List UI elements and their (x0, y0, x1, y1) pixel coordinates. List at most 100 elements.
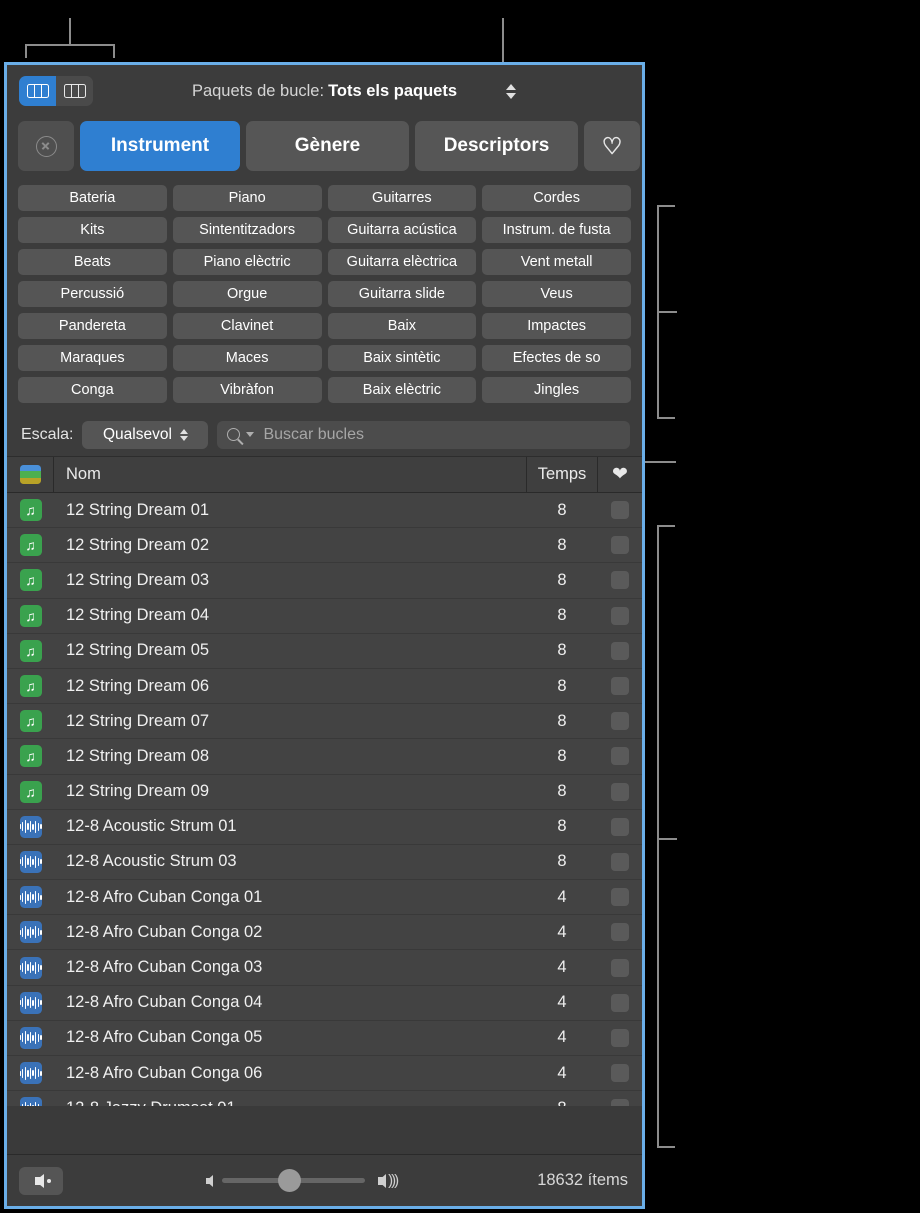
column-header-type[interactable] (7, 457, 54, 492)
favorite-checkbox[interactable] (611, 958, 629, 977)
keyword-button[interactable]: Guitarres (327, 185, 477, 211)
table-row[interactable]: ♫ 12 String Dream 09 8 (7, 775, 642, 810)
table-row[interactable]: ♫ 12 String Dream 07 8 (7, 704, 642, 740)
favorite-checkbox[interactable] (611, 852, 629, 871)
keyword-button[interactable]: Conga (18, 377, 167, 403)
row-favorite-cell[interactable] (598, 852, 642, 871)
loop-list[interactable]: ♫ 12 String Dream 01 8 ♫ 12 String Dream 02 8… (7, 493, 642, 1106)
row-favorite-cell[interactable] (598, 1028, 642, 1047)
keyword-button[interactable]: Bateria (18, 185, 167, 211)
table-row[interactable]: ♫ 12 String Dream 02 8 (7, 528, 642, 564)
keyword-button[interactable]: Veus (482, 281, 631, 307)
column-header-favorite[interactable]: ❤ (598, 465, 642, 484)
row-favorite-cell[interactable] (598, 747, 642, 766)
keyword-button[interactable]: Cordes (482, 185, 631, 211)
row-favorite-cell[interactable] (598, 1064, 642, 1083)
keyword-button[interactable]: Guitarra acústica (327, 217, 477, 243)
view-mode-segmented-control[interactable] (19, 76, 93, 106)
tab-genere[interactable]: Gènere (246, 121, 409, 171)
row-favorite-cell[interactable] (598, 712, 642, 731)
keyword-button[interactable]: Maraques (18, 345, 167, 371)
favorite-checkbox[interactable] (611, 571, 629, 590)
table-row[interactable]: ♫ 12 String Dream 05 8 (7, 634, 642, 669)
keyword-button[interactable]: Pandereta (18, 313, 167, 339)
keyword-button[interactable]: Instrum. de fusta (482, 217, 631, 243)
row-favorite-cell[interactable] (598, 606, 642, 625)
column-header-name[interactable]: Nom (54, 465, 526, 484)
favorite-checkbox[interactable] (611, 606, 629, 625)
clear-filters-button[interactable] (18, 121, 74, 171)
volume-slider[interactable] (222, 1169, 366, 1192)
preview-playback-button[interactable] (19, 1166, 63, 1195)
favorites-filter-button[interactable]: ♡ (584, 121, 640, 171)
keyword-button[interactable]: Jingles (482, 377, 631, 403)
keyword-button[interactable]: Percussió (18, 281, 167, 307)
keyword-button[interactable]: Kits (18, 217, 167, 243)
row-favorite-cell[interactable] (598, 677, 642, 696)
favorite-checkbox[interactable] (611, 501, 629, 520)
row-favorite-cell[interactable] (598, 571, 642, 590)
loop-packs-stepper[interactable] (503, 79, 519, 103)
table-row[interactable]: 12-8 Afro Cuban Conga 03 4 (7, 950, 642, 986)
table-row[interactable]: ♫ 12 String Dream 01 8 (7, 493, 642, 529)
row-favorite-cell[interactable] (598, 782, 642, 801)
keyword-button[interactable]: Guitarra elèctrica (327, 249, 477, 275)
table-row[interactable]: 12-8 Afro Cuban Conga 06 4 (7, 1056, 642, 1092)
keyword-button[interactable]: Clavinet (172, 313, 322, 339)
volume-slider-knob[interactable] (278, 1169, 302, 1192)
keyword-button[interactable]: Piano (172, 185, 322, 211)
table-row[interactable]: 12-8 Afro Cuban Conga 04 4 (7, 986, 642, 1021)
keyword-button[interactable]: Impactes (482, 313, 631, 339)
row-favorite-cell[interactable] (598, 923, 642, 942)
favorite-checkbox[interactable] (611, 641, 629, 660)
keyword-button[interactable]: Piano elèctric (172, 249, 322, 275)
favorite-checkbox[interactable] (611, 536, 629, 555)
favorite-checkbox[interactable] (611, 1099, 629, 1106)
table-row[interactable]: 12-8 Afro Cuban Conga 01 4 (7, 880, 642, 916)
table-row[interactable]: ♫ 12 String Dream 06 8 (7, 669, 642, 705)
keyword-button[interactable]: Guitarra slide (327, 281, 477, 307)
keyword-button[interactable]: Maces (172, 345, 322, 371)
keyword-button[interactable]: Baix sintètic (327, 345, 477, 371)
table-row[interactable]: ♫ 12 String Dream 08 8 (7, 739, 642, 775)
keyword-button[interactable]: Sintentitzadors (172, 217, 322, 243)
favorite-checkbox[interactable] (611, 782, 629, 801)
favorite-checkbox[interactable] (611, 712, 629, 731)
table-row[interactable]: 12-8 Acoustic Strum 03 8 (7, 845, 642, 881)
keyword-button[interactable]: Baix (327, 313, 477, 339)
table-row[interactable]: ♫ 12 String Dream 03 8 (7, 563, 642, 599)
table-row[interactable]: 12-8 Afro Cuban Conga 02 4 (7, 915, 642, 951)
favorite-checkbox[interactable] (611, 923, 629, 942)
table-row[interactable]: 12-8 Acoustic Strum 01 8 (7, 810, 642, 845)
row-favorite-cell[interactable] (598, 1099, 642, 1106)
favorite-checkbox[interactable] (611, 888, 629, 907)
favorite-checkbox[interactable] (611, 1064, 629, 1083)
tab-instrument[interactable]: Instrument (80, 121, 240, 171)
row-favorite-cell[interactable] (598, 501, 642, 520)
scale-popup-button[interactable]: Qualsevol (82, 420, 209, 449)
table-row[interactable]: 12-8 Afro Cuban Conga 05 4 (7, 1021, 642, 1056)
keyword-button[interactable]: Orgue (172, 281, 322, 307)
keyword-button[interactable]: Vibràfon (172, 377, 322, 403)
tab-descriptors[interactable]: Descriptors (415, 121, 578, 171)
favorite-checkbox[interactable] (611, 993, 629, 1012)
favorite-checkbox[interactable] (611, 677, 629, 696)
row-favorite-cell[interactable] (598, 817, 642, 836)
keyword-button[interactable]: Efectes de so (482, 345, 631, 371)
grid-view-button[interactable] (19, 76, 56, 106)
row-favorite-cell[interactable] (598, 536, 642, 555)
favorite-checkbox[interactable] (611, 1028, 629, 1047)
column-view-button[interactable] (56, 76, 93, 106)
row-favorite-cell[interactable] (598, 641, 642, 660)
row-favorite-cell[interactable] (598, 888, 642, 907)
table-row[interactable]: ♫ 12 String Dream 04 8 (7, 599, 642, 634)
table-row[interactable]: 12-8 Jazzy Drumset 018 (7, 1091, 642, 1106)
row-favorite-cell[interactable] (598, 993, 642, 1012)
search-input[interactable]: Buscar bucles (217, 420, 630, 449)
row-favorite-cell[interactable] (598, 958, 642, 977)
keyword-button[interactable]: Baix elèctric (327, 377, 477, 403)
column-header-time[interactable]: Temps (526, 457, 598, 492)
keyword-button[interactable]: Vent metall (482, 249, 631, 275)
favorite-checkbox[interactable] (611, 747, 629, 766)
favorite-checkbox[interactable] (611, 817, 629, 836)
